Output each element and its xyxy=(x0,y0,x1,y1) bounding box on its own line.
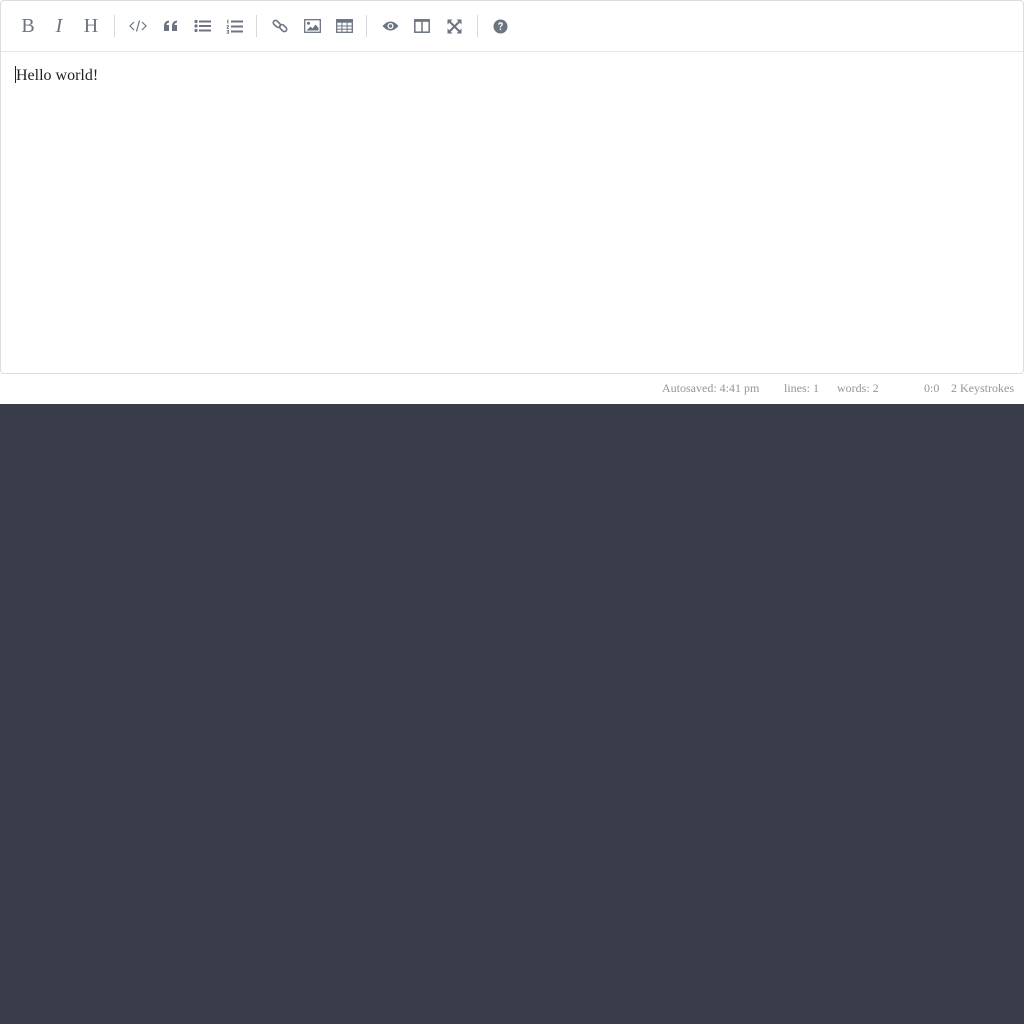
toolbar-separator xyxy=(366,15,367,37)
unordered-list-icon xyxy=(193,19,211,33)
code-icon xyxy=(129,20,147,32)
quote-button[interactable] xyxy=(155,11,185,41)
ordered-list-button[interactable] xyxy=(219,11,249,41)
heading-icon: H xyxy=(83,15,99,37)
link-icon xyxy=(272,19,288,33)
keystroke-count: 2 Keystrokes xyxy=(951,381,1014,395)
editor-statusbar: Autosaved: 4:41 pm lines: 1 words: 2 0:0… xyxy=(0,374,1024,402)
editor-text-area[interactable]: Hello world! xyxy=(15,65,98,87)
heading-button[interactable]: H xyxy=(76,11,106,41)
bold-button[interactable]: B xyxy=(13,11,43,41)
code-button[interactable] xyxy=(123,11,153,41)
word-count: words: 2 xyxy=(837,381,879,395)
ordered-list-icon xyxy=(226,19,243,34)
fullscreen-icon xyxy=(447,19,461,33)
unordered-list-button[interactable] xyxy=(187,11,217,41)
fullscreen-button[interactable] xyxy=(439,11,469,41)
image-icon xyxy=(303,19,321,33)
bold-icon: B xyxy=(21,15,35,37)
autosave-status: Autosaved: 4:41 pm xyxy=(662,381,760,395)
image-button[interactable] xyxy=(297,11,327,41)
side-by-side-icon xyxy=(414,19,430,33)
markdown-editor: B I H Hello world! xyxy=(0,0,1024,374)
italic-icon: I xyxy=(55,15,63,37)
preview-eye-icon xyxy=(382,21,398,31)
table-icon xyxy=(335,19,353,33)
side-by-side-button[interactable] xyxy=(407,11,437,41)
toolbar-separator xyxy=(114,15,115,37)
cursor-position: 0:0 xyxy=(924,381,940,395)
preview-button[interactable] xyxy=(375,11,405,41)
line-count: lines: 1 xyxy=(784,381,819,395)
help-button[interactable] xyxy=(485,11,515,41)
link-button[interactable] xyxy=(265,11,295,41)
help-icon xyxy=(493,19,507,33)
toolbar-separator xyxy=(256,15,257,37)
italic-button[interactable]: I xyxy=(44,11,74,41)
toolbar-separator xyxy=(477,15,478,37)
table-button[interactable] xyxy=(329,11,359,41)
quote-icon xyxy=(163,20,177,31)
page-top-area: B I H Hello world! Autosaved: 4:41 pm li… xyxy=(0,0,1024,404)
editor-content-line: Hello world! xyxy=(16,67,99,84)
editor-toolbar: B I H xyxy=(1,1,1023,52)
